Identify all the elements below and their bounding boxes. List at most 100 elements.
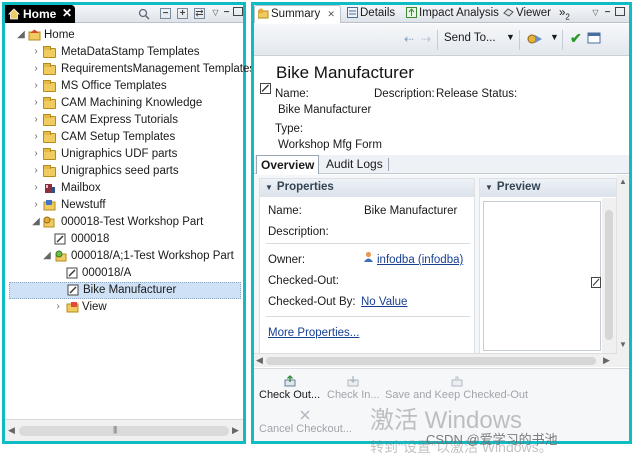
tab-details[interactable]: Details [347, 5, 395, 23]
tab-audit-logs[interactable]: Audit Logs [326, 157, 383, 171]
collapsed-arrow-icon[interactable]: › [53, 301, 63, 312]
collapsed-arrow-icon[interactable]: › [31, 97, 41, 108]
tree-node-item[interactable]: ◢ 000018-Test Workshop Part [5, 214, 243, 231]
cancel-checkout-button[interactable]: Cancel Checkout... [259, 409, 352, 435]
folder-icon [43, 148, 56, 160]
tab-summary[interactable]: Summary ✕ [254, 5, 341, 23]
tree-node-label: CAM Machining Knowledge [61, 97, 203, 109]
search-icon[interactable] [138, 8, 150, 20]
tree-node-folder[interactable]: › CAM Machining Knowledge [5, 95, 243, 112]
scrollbar-thumb[interactable] [266, 357, 596, 365]
tab-viewer[interactable]: Viewer [503, 5, 551, 23]
tree-node-folder[interactable]: › CAM Setup Templates [5, 129, 243, 146]
tree-node-folder[interactable]: › Unigraphics seed parts [5, 163, 243, 180]
collapsed-arrow-icon[interactable]: › [31, 46, 41, 57]
release-status-label: Release Status: [436, 88, 518, 100]
preview-scrollbar[interactable] [602, 198, 616, 353]
scroll-right-icon[interactable]: ▶ [232, 425, 239, 436]
collapsed-arrow-icon[interactable]: › [31, 114, 41, 125]
tab-overview[interactable]: Overview [256, 155, 320, 174]
owner-link[interactable]: infodba (infodba) [377, 254, 463, 266]
tree-node-folder[interactable]: › MetaDataStamp Templates [5, 44, 243, 61]
link-with-editor-icon[interactable]: ⇄ [194, 8, 205, 19]
tree-node-newstuff[interactable]: › Newstuff [5, 197, 243, 214]
tab-label: Viewer [516, 7, 551, 19]
save-and-keep-checked-out-button[interactable]: Save and Keep Checked-Out [385, 375, 528, 401]
workflow-icon[interactable] [527, 32, 543, 46]
action-label: Check Out... [259, 389, 321, 401]
send-to-button[interactable]: Send To... [444, 32, 496, 44]
user-icon [364, 251, 373, 262]
collapse-arrow-icon[interactable]: ▼ [265, 183, 273, 192]
separator [388, 158, 389, 171]
chevron-down-icon[interactable]: ▼ [506, 32, 515, 42]
tree-node-folder[interactable]: › CAM Express Tutorials [5, 112, 243, 129]
tree-node-folder[interactable]: › RequirementsManagement Templates [5, 61, 255, 78]
collapsed-arrow-icon[interactable]: › [31, 199, 41, 210]
chevron-down-icon[interactable]: ▼ [550, 32, 559, 42]
save-icon [451, 376, 463, 387]
tree-node-home[interactable]: ◢ Home [5, 27, 243, 44]
collapsed-arrow-icon[interactable]: › [31, 131, 41, 142]
more-properties-link[interactable]: More Properties... [268, 327, 359, 339]
expand-all-icon[interactable]: + [177, 8, 188, 19]
tree-node-form[interactable]: 000018 [5, 231, 243, 248]
minimize-icon[interactable]: − [221, 8, 232, 19]
vertical-scrollbar[interactable]: ▲ ▼ [617, 175, 629, 367]
horizontal-scrollbar[interactable]: ◀ ||| ▶ [5, 419, 243, 441]
close-icon[interactable]: ✕ [62, 6, 72, 20]
edit-icon[interactable] [591, 277, 601, 288]
prop-name-label: Name: [268, 205, 302, 217]
preview-header[interactable]: ▼ Preview [480, 179, 616, 197]
view-menu-icon[interactable]: ▽ [590, 8, 601, 19]
checked-out-by-link[interactable]: No Value [361, 296, 407, 308]
summary-subtabs: Overview Audit Logs [254, 155, 629, 174]
tree-node-bike-manufacturer[interactable]: Bike Manufacturer [9, 282, 241, 299]
check-in-button[interactable]: Check In... [327, 375, 380, 401]
tree-node-folder[interactable]: › Unigraphics UDF parts [5, 146, 243, 163]
close-icon[interactable]: ✕ [327, 9, 335, 19]
collapse-all-icon[interactable]: − [160, 8, 171, 19]
scrollbar-thumb[interactable] [19, 426, 229, 436]
edit-properties-icon[interactable] [587, 32, 601, 44]
minimize-icon[interactable]: − [602, 8, 613, 19]
back-arrow-icon[interactable]: ⇠ [404, 32, 414, 46]
collapsed-arrow-icon[interactable]: › [31, 165, 41, 176]
tab-home[interactable]: Home ✕ [5, 5, 75, 23]
scroll-up-icon[interactable]: ▲ [619, 177, 627, 186]
collapse-arrow-icon[interactable]: ▼ [485, 183, 493, 192]
tree-node-mailbox[interactable]: › Mailbox [5, 180, 243, 197]
summary-toolbar: ⇠ ⇢ Send To... ▼ ▼ ✔ [254, 24, 629, 56]
collapsed-arrow-icon[interactable]: › [31, 80, 41, 91]
collapsed-arrow-icon[interactable]: › [31, 148, 41, 159]
home-icon [8, 8, 20, 20]
tree-node-label: MS Office Templates [61, 80, 167, 92]
expanded-arrow-icon[interactable]: ◢ [16, 29, 26, 40]
view-menu-icon[interactable]: ▽ [210, 8, 221, 19]
tab-overflow[interactable]: »2 [559, 5, 570, 23]
tree-node-label: CAM Express Tutorials [61, 114, 178, 126]
collapsed-arrow-icon[interactable]: › [31, 182, 41, 193]
expanded-arrow-icon[interactable]: ◢ [31, 216, 41, 227]
maximize-icon[interactable] [233, 7, 243, 16]
tree-node-view[interactable]: › View [5, 299, 243, 316]
properties-header[interactable]: ▼ Properties [260, 179, 474, 197]
check-out-button[interactable]: Check Out... [259, 375, 320, 401]
scroll-down-icon[interactable]: ▼ [619, 340, 627, 349]
collapsed-arrow-icon[interactable]: › [31, 63, 41, 74]
checkmark-icon[interactable]: ✔ [570, 30, 582, 47]
tree-node-folder[interactable]: › MS Office Templates [5, 78, 243, 95]
forward-arrow-icon[interactable]: ⇢ [421, 32, 431, 46]
scroll-left-icon[interactable]: ◀ [8, 425, 15, 436]
scrollbar-thumb[interactable] [605, 210, 613, 340]
horizontal-scrollbar[interactable]: ◀ ▶ [254, 353, 617, 367]
maximize-icon[interactable] [615, 7, 625, 16]
tree-node-item-revision[interactable]: ◢ 000018/A;1-Test Workshop Part [5, 248, 243, 265]
tab-impact-analysis[interactable]: Impact Analysis [406, 5, 499, 23]
scroll-right-icon[interactable]: ▶ [603, 355, 610, 366]
tree-node-form[interactable]: 000018/A [5, 265, 243, 282]
prop-description-label: Description: [268, 226, 329, 238]
expanded-arrow-icon[interactable]: ◢ [42, 250, 52, 261]
folder-icon [43, 165, 56, 177]
scroll-left-icon[interactable]: ◀ [256, 355, 263, 366]
